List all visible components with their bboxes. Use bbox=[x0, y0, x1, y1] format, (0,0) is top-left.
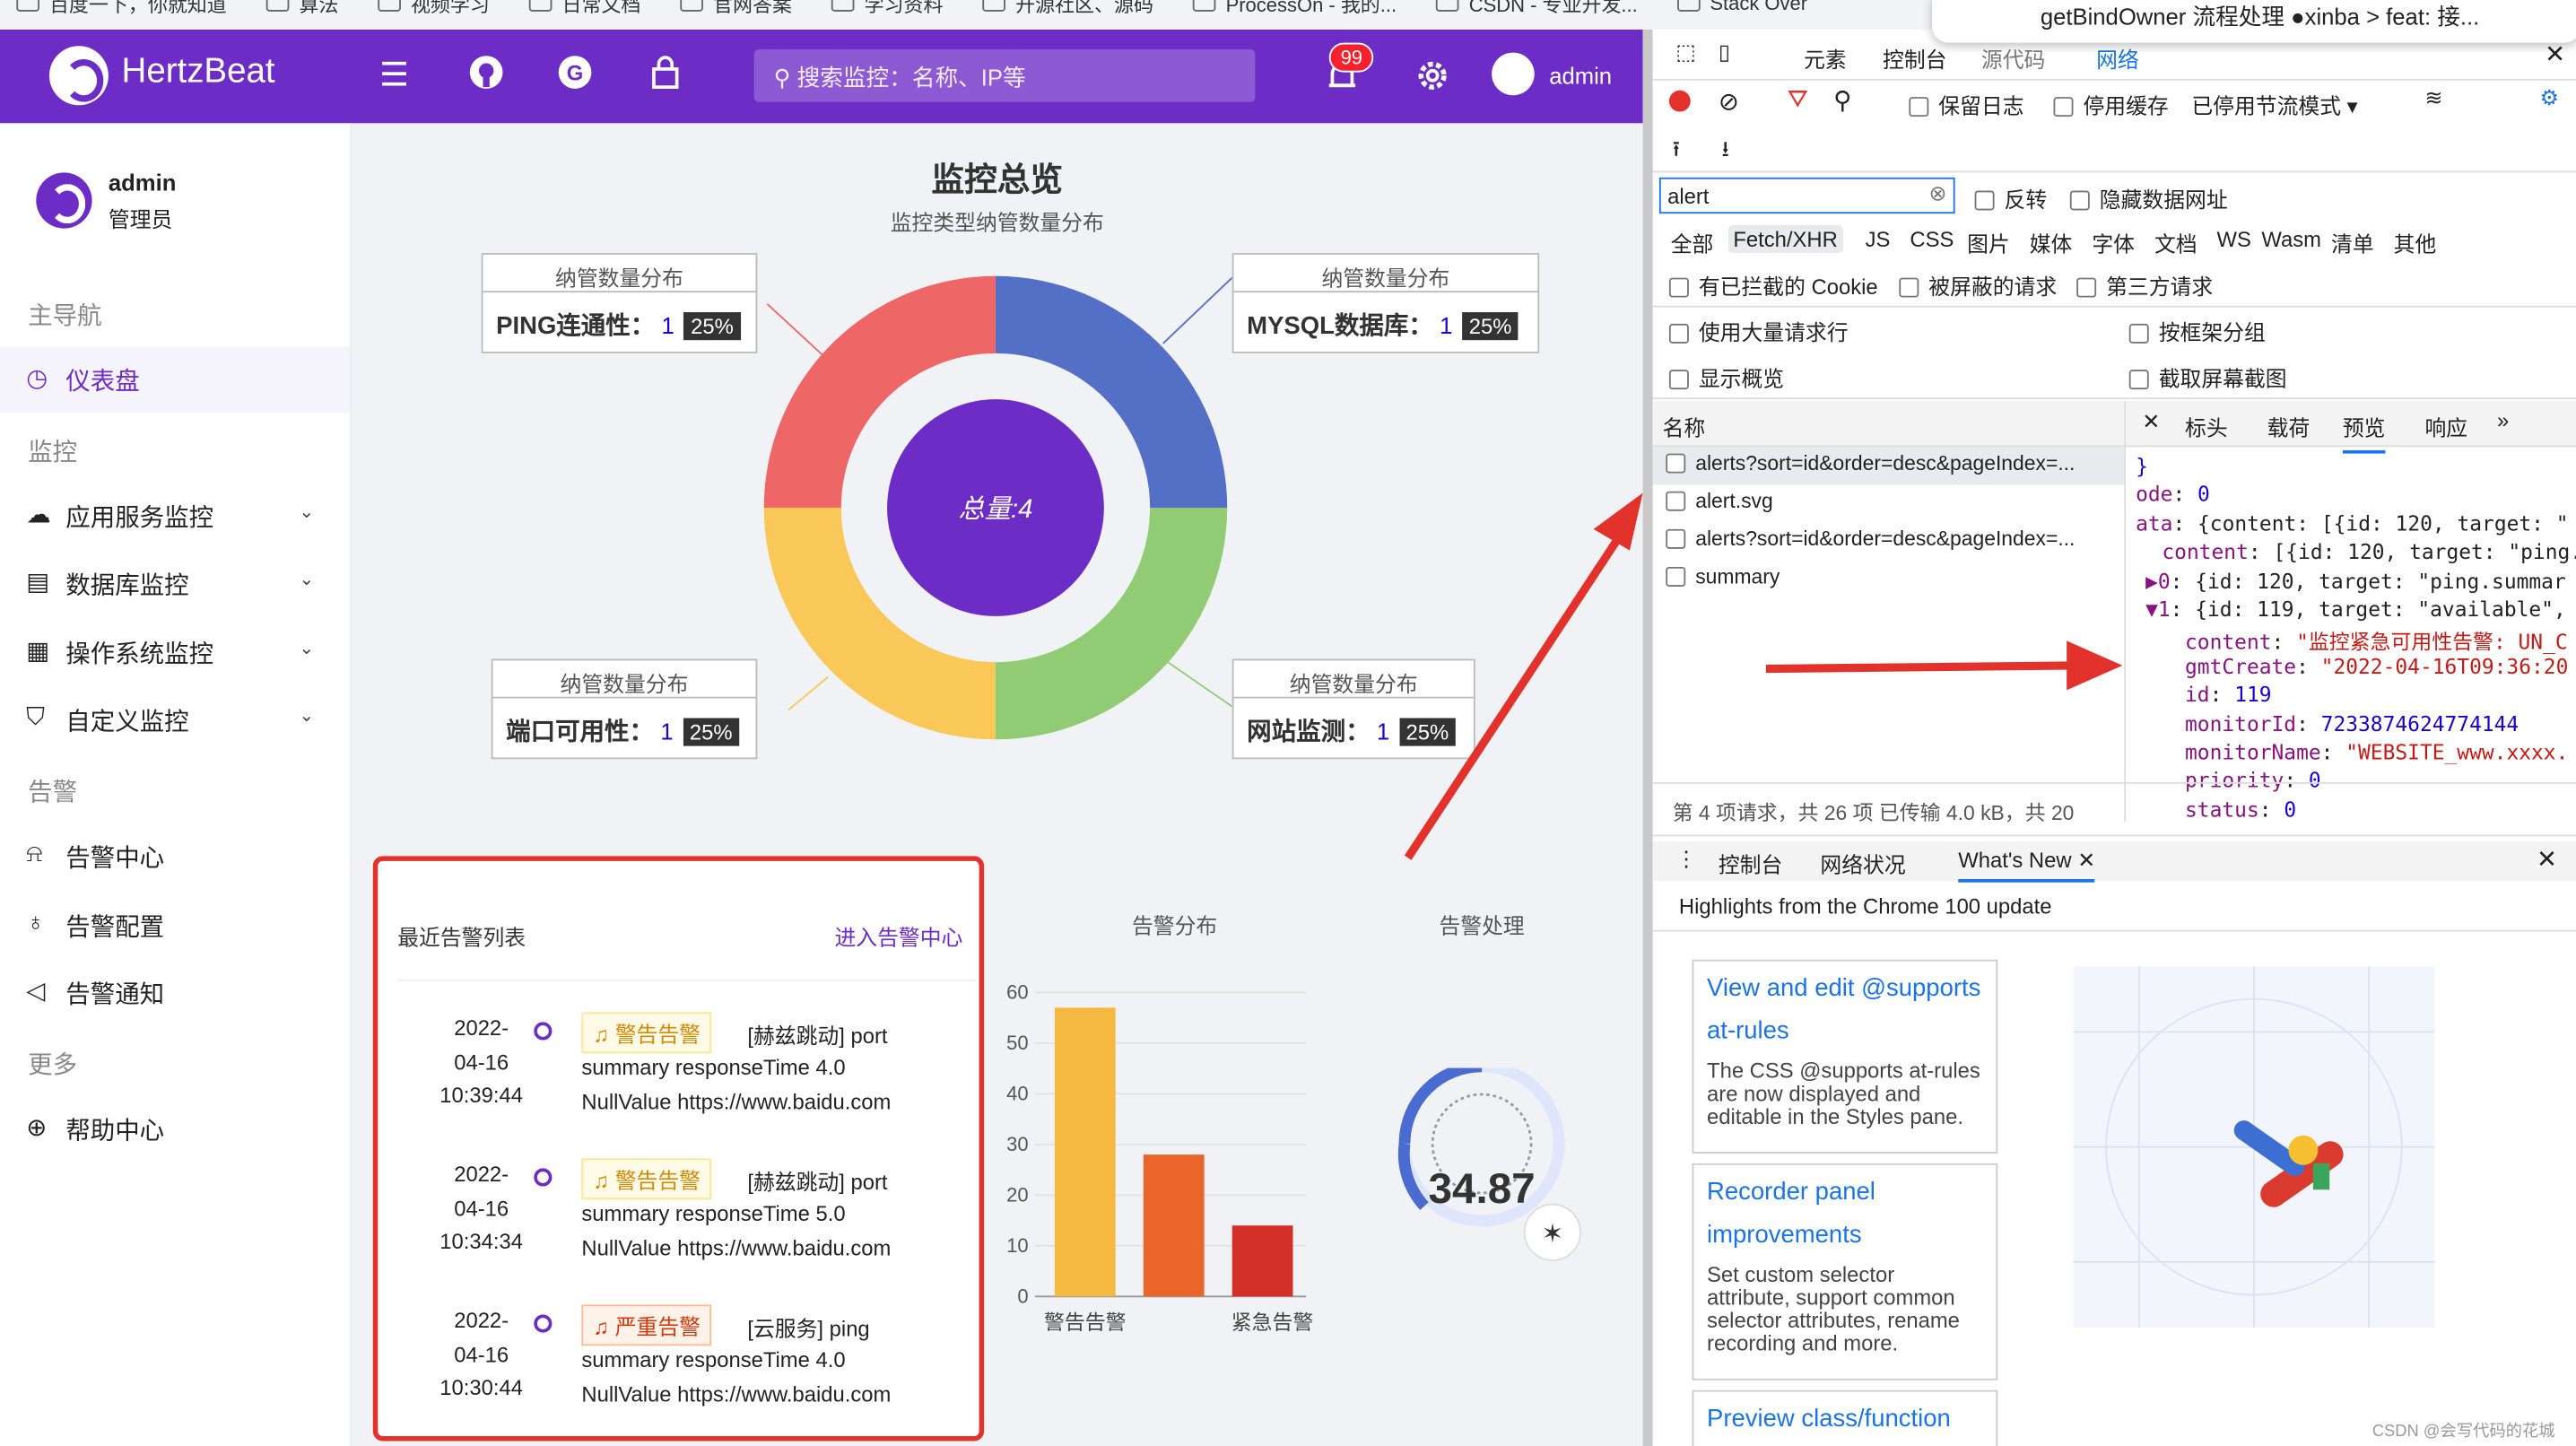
annotation-arrows bbox=[1404, 492, 2123, 860]
tab-tooltip: getBindOwner 流程处理 ●xinba > feat: 接... bbox=[1931, 0, 2576, 43]
